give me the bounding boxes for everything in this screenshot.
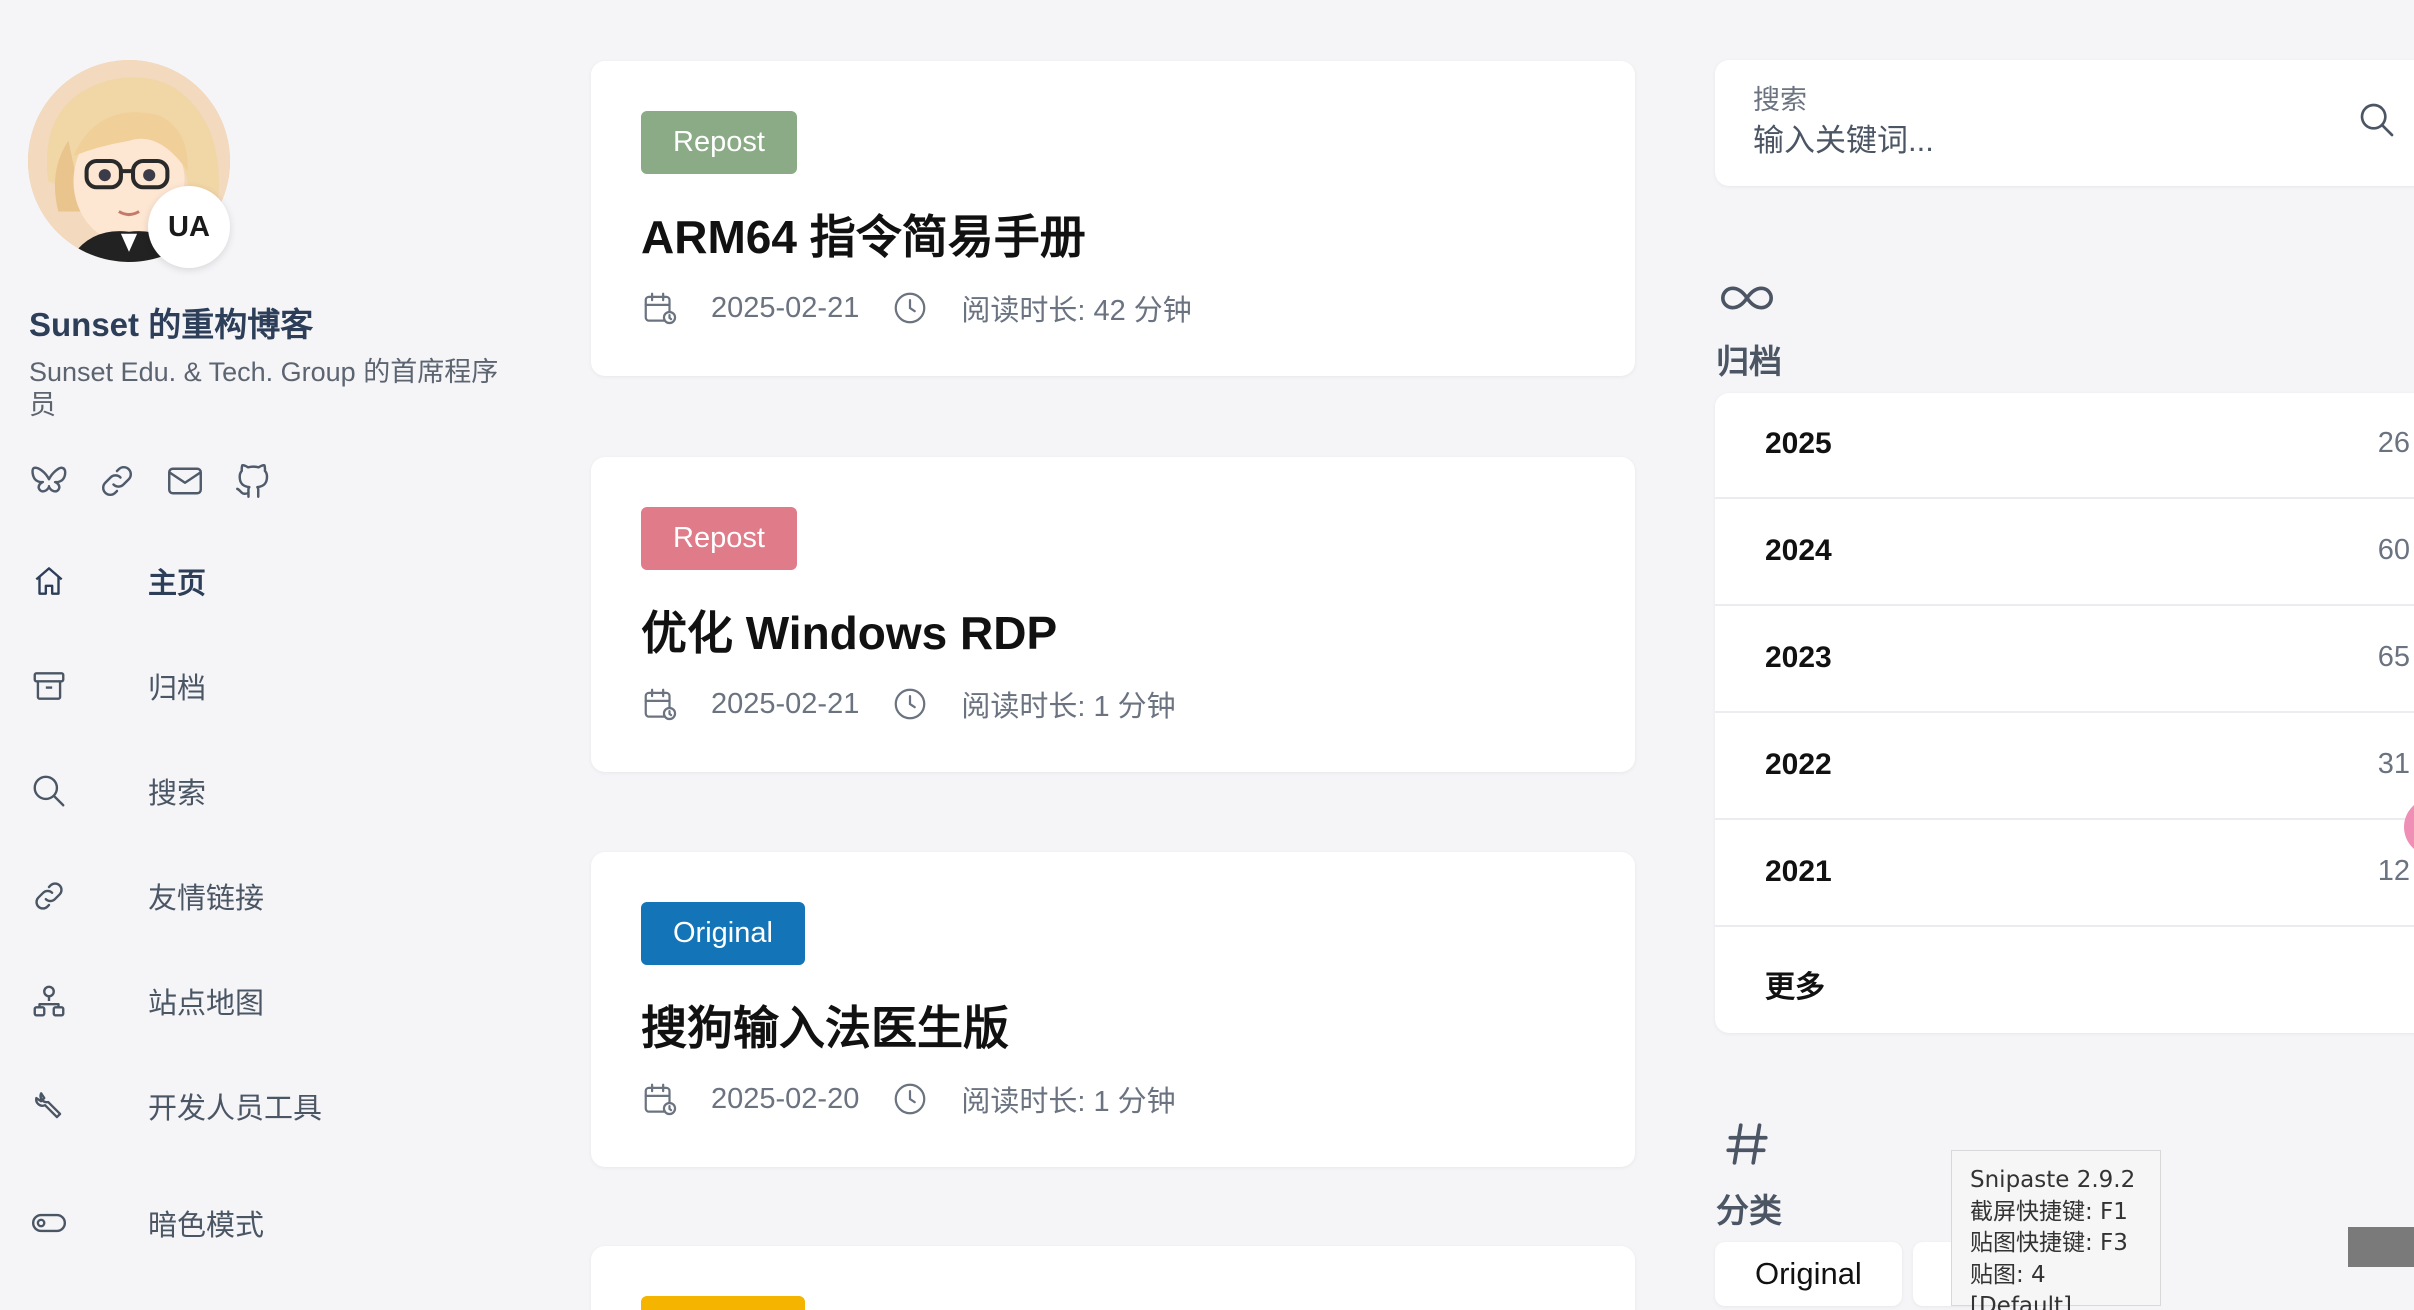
archive-count: 31 — [2377, 748, 2410, 780]
nav-label: 暗色模式 — [148, 1210, 265, 1242]
nav-label: 友情链接 — [148, 883, 265, 915]
archive-year: 2021 — [1765, 855, 1832, 888]
archive-row[interactable]: 2023 65 — [1715, 607, 2414, 713]
post-title[interactable]: ARM64 指令简易手册 — [641, 201, 1086, 267]
nav-item-links[interactable]: 友情链接 — [0, 861, 480, 931]
post-reading-time: 阅读时长: 1 分钟 — [961, 691, 1176, 723]
nav-label: 归档 — [148, 673, 207, 705]
infinity-icon — [1718, 276, 1776, 320]
github-icon[interactable] — [232, 460, 274, 502]
post-date: 2025-02-20 — [711, 1082, 860, 1115]
snipaste-tooltip: Snipaste 2.9.2 截屏快捷键: F1 贴图快捷键: F3 贴图: 4… — [1951, 1150, 2161, 1310]
post-date: 2025-02-21 — [711, 291, 860, 324]
archive-year: 2025 — [1765, 427, 1832, 460]
clock-icon — [891, 1080, 929, 1118]
post-meta: 2025-02-20 阅读时长: 1 分钟 — [641, 1078, 1176, 1120]
post-reading-time: 阅读时长: 1 分钟 — [961, 1086, 1176, 1118]
post-card[interactable]: Repost 优化 Windows RDP 2025-02-21 阅读时长: 1… — [591, 457, 1635, 772]
archive-title: 归档 — [1716, 343, 1782, 380]
nav-item-archive[interactable]: 归档 — [0, 651, 480, 721]
hash-icon — [1722, 1118, 1772, 1170]
nav-item-dev-tools[interactable]: 开发人员工具 — [0, 1071, 480, 1141]
post-tag-badge[interactable]: Repost — [641, 507, 797, 570]
archive-row[interactable]: 2022 31 — [1715, 714, 2414, 820]
archive-row[interactable]: 2025 26 — [1715, 393, 2414, 499]
search-icon[interactable] — [2357, 100, 2397, 140]
post-meta: 2025-02-21 阅读时长: 1 分钟 — [641, 683, 1176, 725]
nav-item-dark-mode[interactable]: 暗色模式 — [0, 1188, 480, 1258]
post-card[interactable] — [591, 1246, 1635, 1310]
sidebar: UA Sunset 的重构博客 Sunset Edu. & Tech. Grou… — [0, 0, 540, 1310]
post-tag-badge[interactable]: Original — [641, 902, 805, 965]
category-pill[interactable]: Original — [1715, 1242, 1902, 1306]
archive-more-link[interactable]: 更多 — [1715, 928, 2414, 1033]
archive-count: 65 — [2377, 641, 2410, 673]
post-meta: 2025-02-21 阅读时长: 42 分钟 — [641, 287, 1192, 329]
nav-label: 搜索 — [148, 778, 207, 810]
post-title[interactable]: 搜狗输入法医生版 — [641, 992, 1009, 1058]
tooltip-line: 贴图快捷键: F3 — [1970, 1230, 2128, 1256]
nav-item-sitemap[interactable]: 站点地图 — [0, 966, 480, 1036]
snipaste-thumbnail[interactable] — [2348, 1227, 2414, 1267]
ua-badge: UA — [148, 186, 230, 268]
tooltip-line: 贴图: 4 [Default] — [1970, 1261, 2072, 1310]
nav-label: 主页 — [148, 568, 207, 600]
post-card[interactable]: Repost ARM64 指令简易手册 2025-02-21 阅读时长: 42 … — [591, 61, 1635, 376]
post-tag-badge[interactable] — [641, 1296, 805, 1310]
search-input[interactable] — [1753, 116, 2313, 166]
clock-icon — [891, 685, 929, 723]
post-tag-badge[interactable]: Repost — [641, 111, 797, 174]
archive-list: 2025 26 2024 60 2023 65 2022 31 2021 12 … — [1715, 393, 2414, 1033]
nav-item-home[interactable]: 主页 — [0, 546, 480, 616]
site-description: Sunset Edu. & Tech. Group 的首席程序员 — [29, 357, 499, 420]
nav-item-search[interactable]: 搜索 — [0, 756, 480, 826]
post-title[interactable]: 优化 Windows RDP — [641, 597, 1057, 663]
categories-title: 分类 — [1716, 1192, 1782, 1229]
nav-label: 开发人员工具 — [148, 1093, 323, 1125]
butterfly-icon[interactable] — [28, 460, 70, 502]
archive-box-icon — [30, 667, 68, 705]
mail-icon[interactable] — [164, 460, 206, 502]
post-card[interactable]: Original 搜狗输入法医生版 2025-02-20 阅读时长: 1 分钟 — [591, 852, 1635, 1167]
toggle-icon — [30, 1204, 68, 1242]
calendar-icon — [641, 685, 679, 723]
tooltip-line: Snipaste 2.9.2 — [1970, 1167, 2136, 1193]
calendar-icon — [641, 1080, 679, 1118]
archive-count: 12 — [2377, 855, 2410, 887]
social-links — [28, 460, 274, 502]
wrench-icon — [30, 1087, 68, 1125]
post-date: 2025-02-21 — [711, 687, 860, 720]
search-icon — [30, 772, 68, 810]
search-widget: 搜索 — [1715, 60, 2414, 186]
archive-row[interactable]: 2024 60 — [1715, 500, 2414, 606]
archive-row[interactable]: 2021 12 — [1715, 821, 2414, 927]
site-title[interactable]: Sunset 的重构博客 — [29, 298, 313, 346]
archive-year: 2023 — [1765, 641, 1832, 674]
archive-count: 26 — [2377, 427, 2410, 459]
nav-label: 站点地图 — [148, 988, 265, 1020]
sitemap-icon — [30, 982, 68, 1020]
archive-count: 60 — [2377, 534, 2410, 566]
link-icon — [30, 877, 68, 915]
archive-more-label: 更多 — [1765, 971, 1825, 1004]
archive-year: 2024 — [1765, 534, 1832, 567]
link-icon[interactable] — [96, 460, 138, 502]
post-reading-time: 阅读时长: 42 分钟 — [961, 295, 1192, 327]
calendar-icon — [641, 289, 679, 327]
archive-year: 2022 — [1765, 748, 1832, 781]
tooltip-line: 截屏快捷键: F1 — [1970, 1198, 2128, 1225]
search-label: 搜索 — [1753, 85, 1807, 115]
home-icon — [30, 562, 68, 600]
clock-icon — [891, 289, 929, 327]
